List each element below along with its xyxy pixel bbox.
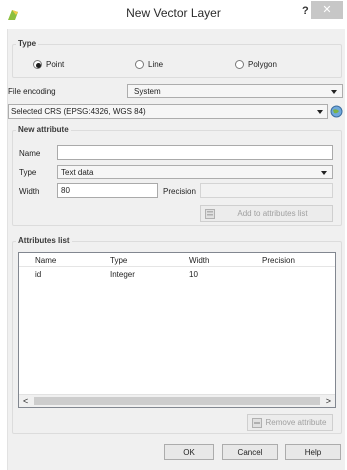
- point-radio[interactable]: [33, 60, 42, 69]
- point-label: Point: [46, 60, 65, 69]
- width-field[interactable]: 80: [57, 183, 158, 198]
- cell-width: 10: [189, 270, 198, 279]
- window-title: New Vector Layer: [126, 6, 221, 20]
- remove-attribute-button[interactable]: Remove attribute: [247, 414, 333, 431]
- column-header-type[interactable]: Type: [110, 256, 127, 265]
- line-label: Line: [148, 60, 164, 69]
- scroll-thumb[interactable]: [34, 397, 320, 405]
- polygon-label: Polygon: [248, 60, 277, 69]
- width-label: Width: [19, 187, 40, 196]
- attribute-type-value: Text data: [61, 168, 94, 177]
- add-to-attributes-label: Add to attributes list: [237, 209, 308, 218]
- precision-label: Precision: [163, 187, 196, 196]
- remove-field-icon: [252, 418, 262, 428]
- type-group-title: Type: [16, 39, 39, 48]
- table-header: Name Type Width Precision: [19, 253, 335, 267]
- chevron-down-icon: [321, 171, 327, 175]
- crs-select[interactable]: Selected CRS (EPSG:4326, WGS 84): [8, 104, 328, 119]
- crs-value: Selected CRS (EPSG:4326, WGS 84): [11, 107, 146, 116]
- attributes-table[interactable]: Name Type Width Precision id Integer 10 …: [18, 252, 336, 408]
- cell-type: Integer: [110, 270, 135, 279]
- column-header-precision[interactable]: Precision: [262, 256, 295, 265]
- column-header-name[interactable]: Name: [35, 256, 56, 265]
- help-title-button[interactable]: ?: [302, 5, 309, 17]
- chevron-down-icon: [331, 90, 337, 94]
- file-encoding-value: System: [134, 87, 161, 96]
- crs-globe-icon[interactable]: [330, 105, 343, 118]
- attributes-list-title: Attributes list: [16, 236, 72, 245]
- horizontal-scrollbar[interactable]: < >: [19, 394, 335, 407]
- polygon-radio[interactable]: [235, 60, 244, 69]
- scroll-left-button[interactable]: <: [23, 396, 28, 406]
- file-encoding-label: File encoding: [8, 87, 56, 96]
- line-radio[interactable]: [135, 60, 144, 69]
- help-button[interactable]: Help: [285, 444, 341, 460]
- column-header-width[interactable]: Width: [189, 256, 209, 265]
- cancel-button[interactable]: Cancel: [222, 444, 278, 460]
- name-label: Name: [19, 149, 41, 158]
- type-label: Type: [19, 168, 37, 177]
- name-field[interactable]: [57, 145, 333, 160]
- width-value: 80: [61, 186, 70, 195]
- precision-field[interactable]: [200, 183, 333, 198]
- file-encoding-select[interactable]: System: [127, 84, 343, 98]
- cell-name: id: [35, 270, 42, 279]
- new-attribute-title: New attribute: [16, 125, 71, 134]
- close-button[interactable]: ✕: [311, 1, 343, 19]
- scroll-right-button[interactable]: >: [326, 396, 331, 406]
- add-field-icon: [205, 209, 215, 219]
- add-to-attributes-button[interactable]: Add to attributes list: [200, 205, 333, 222]
- window-edge: [0, 29, 8, 470]
- remove-attribute-label: Remove attribute: [265, 418, 327, 427]
- ok-button[interactable]: OK: [164, 444, 214, 460]
- table-row[interactable]: id Integer 10: [19, 268, 335, 281]
- chevron-down-icon: [317, 110, 323, 114]
- attribute-type-select[interactable]: Text data: [57, 165, 333, 179]
